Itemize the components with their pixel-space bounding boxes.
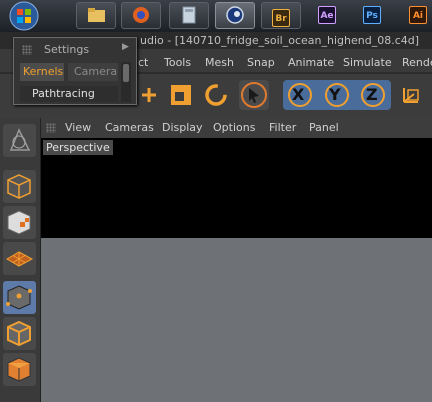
kernel-value: Pathtracing: [32, 87, 95, 100]
start-button[interactable]: [6, 0, 42, 32]
viewport-menu-filter[interactable]: Filter: [269, 118, 296, 138]
drag-grip-icon[interactable]: [22, 45, 32, 55]
edges-mode-button[interactable]: [3, 317, 36, 350]
submenu-arrow-icon: ▶: [122, 42, 129, 52]
points-cube-icon: [6, 285, 32, 310]
viewport-floor[interactable]: [41, 238, 432, 402]
calculator-icon: [182, 6, 196, 24]
menu-tools[interactable]: Tools: [164, 53, 191, 73]
settings-menu-label[interactable]: Settings: [44, 43, 89, 56]
illustrator-icon[interactable]: Ai: [409, 6, 427, 24]
move-icon: [142, 88, 156, 102]
kernel-select[interactable]: Pathtracing: [20, 86, 118, 102]
coordinate-system-button[interactable]: [396, 80, 426, 110]
folder-icon: [88, 8, 105, 22]
rotate-icon: [205, 84, 227, 106]
move-tool-button[interactable]: [138, 80, 158, 110]
live-selection-button[interactable]: [239, 80, 269, 110]
taskbar-firefox-button[interactable]: [121, 2, 161, 29]
texture-cube-icon: [7, 210, 31, 235]
taskbar-bridge-button[interactable]: Br: [261, 2, 301, 29]
rotate-tool-button[interactable]: [201, 80, 231, 110]
model-mode-button[interactable]: [3, 170, 36, 203]
viewport-menu-display[interactable]: Display: [162, 118, 203, 138]
scale-icon: [171, 85, 191, 105]
menu-simulate[interactable]: Simulate: [343, 53, 392, 73]
bridge-icon: Br: [272, 9, 290, 27]
photoshop-icon[interactable]: Ps: [363, 6, 381, 24]
aftereffects-icon[interactable]: Ae: [318, 6, 336, 24]
scale-tool-button[interactable]: [166, 80, 196, 110]
polygons-cube-icon: [7, 357, 31, 382]
tab-camera-imager[interactable]: CameraIn: [68, 63, 118, 81]
viewport-menu-view[interactable]: View: [65, 118, 91, 138]
taskbar-cinema4d-button[interactable]: [215, 2, 255, 29]
y-axis-toggle[interactable]: Y: [329, 85, 341, 104]
edges-cube-icon: [7, 320, 31, 347]
model-mode-icon: [9, 128, 31, 151]
settings-popup: Settings ▶ Kernels CameraIn Pathtracing: [13, 37, 137, 105]
mode-palette: [0, 118, 41, 402]
polygons-mode-button[interactable]: [3, 353, 36, 386]
world-axis-icon: [403, 88, 419, 103]
popup-scrollbar[interactable]: [121, 62, 131, 102]
taskbar-folder-button[interactable]: [76, 2, 116, 29]
tab-kernels[interactable]: Kernels: [20, 63, 64, 81]
cube-icon: [7, 174, 31, 199]
drag-grip-icon[interactable]: [46, 123, 56, 133]
workplane-mode-button[interactable]: [3, 242, 36, 275]
firefox-icon: [133, 7, 149, 23]
viewport-menu-panel[interactable]: Panel: [309, 118, 339, 138]
viewport-menu-options[interactable]: Options: [213, 118, 255, 138]
cinema4d-icon: [226, 6, 244, 24]
cursor-icon: [241, 82, 267, 108]
x-axis-toggle[interactable]: X: [292, 85, 304, 104]
menu-snap[interactable]: Snap: [247, 53, 275, 73]
taskbar-calculator-button[interactable]: [169, 2, 209, 29]
windows-taskbar: Br Ae Ps Ai: [0, 0, 432, 32]
windows-logo-icon: [9, 1, 39, 31]
make-editable-button[interactable]: [3, 124, 36, 157]
viewport-menubar: View Cameras Display Options Filter Pane…: [41, 118, 432, 138]
points-mode-button[interactable]: [3, 281, 36, 314]
window-title: udio - [140710_fridge_soil_ocean_highend…: [140, 34, 420, 47]
menu-animate[interactable]: Animate: [288, 53, 334, 73]
viewport-menu-cameras[interactable]: Cameras: [105, 118, 154, 138]
z-axis-toggle[interactable]: Z: [366, 85, 378, 104]
axis-lock-group: X Y Z: [283, 80, 391, 110]
menu-object[interactable]: ct: [138, 53, 148, 73]
menu-render[interactable]: Rende: [402, 53, 432, 73]
scroll-thumb[interactable]: [123, 64, 129, 82]
texture-mode-button[interactable]: [3, 206, 36, 239]
grid-plane-icon: [6, 251, 34, 267]
menu-mesh[interactable]: Mesh: [205, 53, 234, 73]
viewport-camera-label[interactable]: Perspective: [43, 140, 113, 155]
